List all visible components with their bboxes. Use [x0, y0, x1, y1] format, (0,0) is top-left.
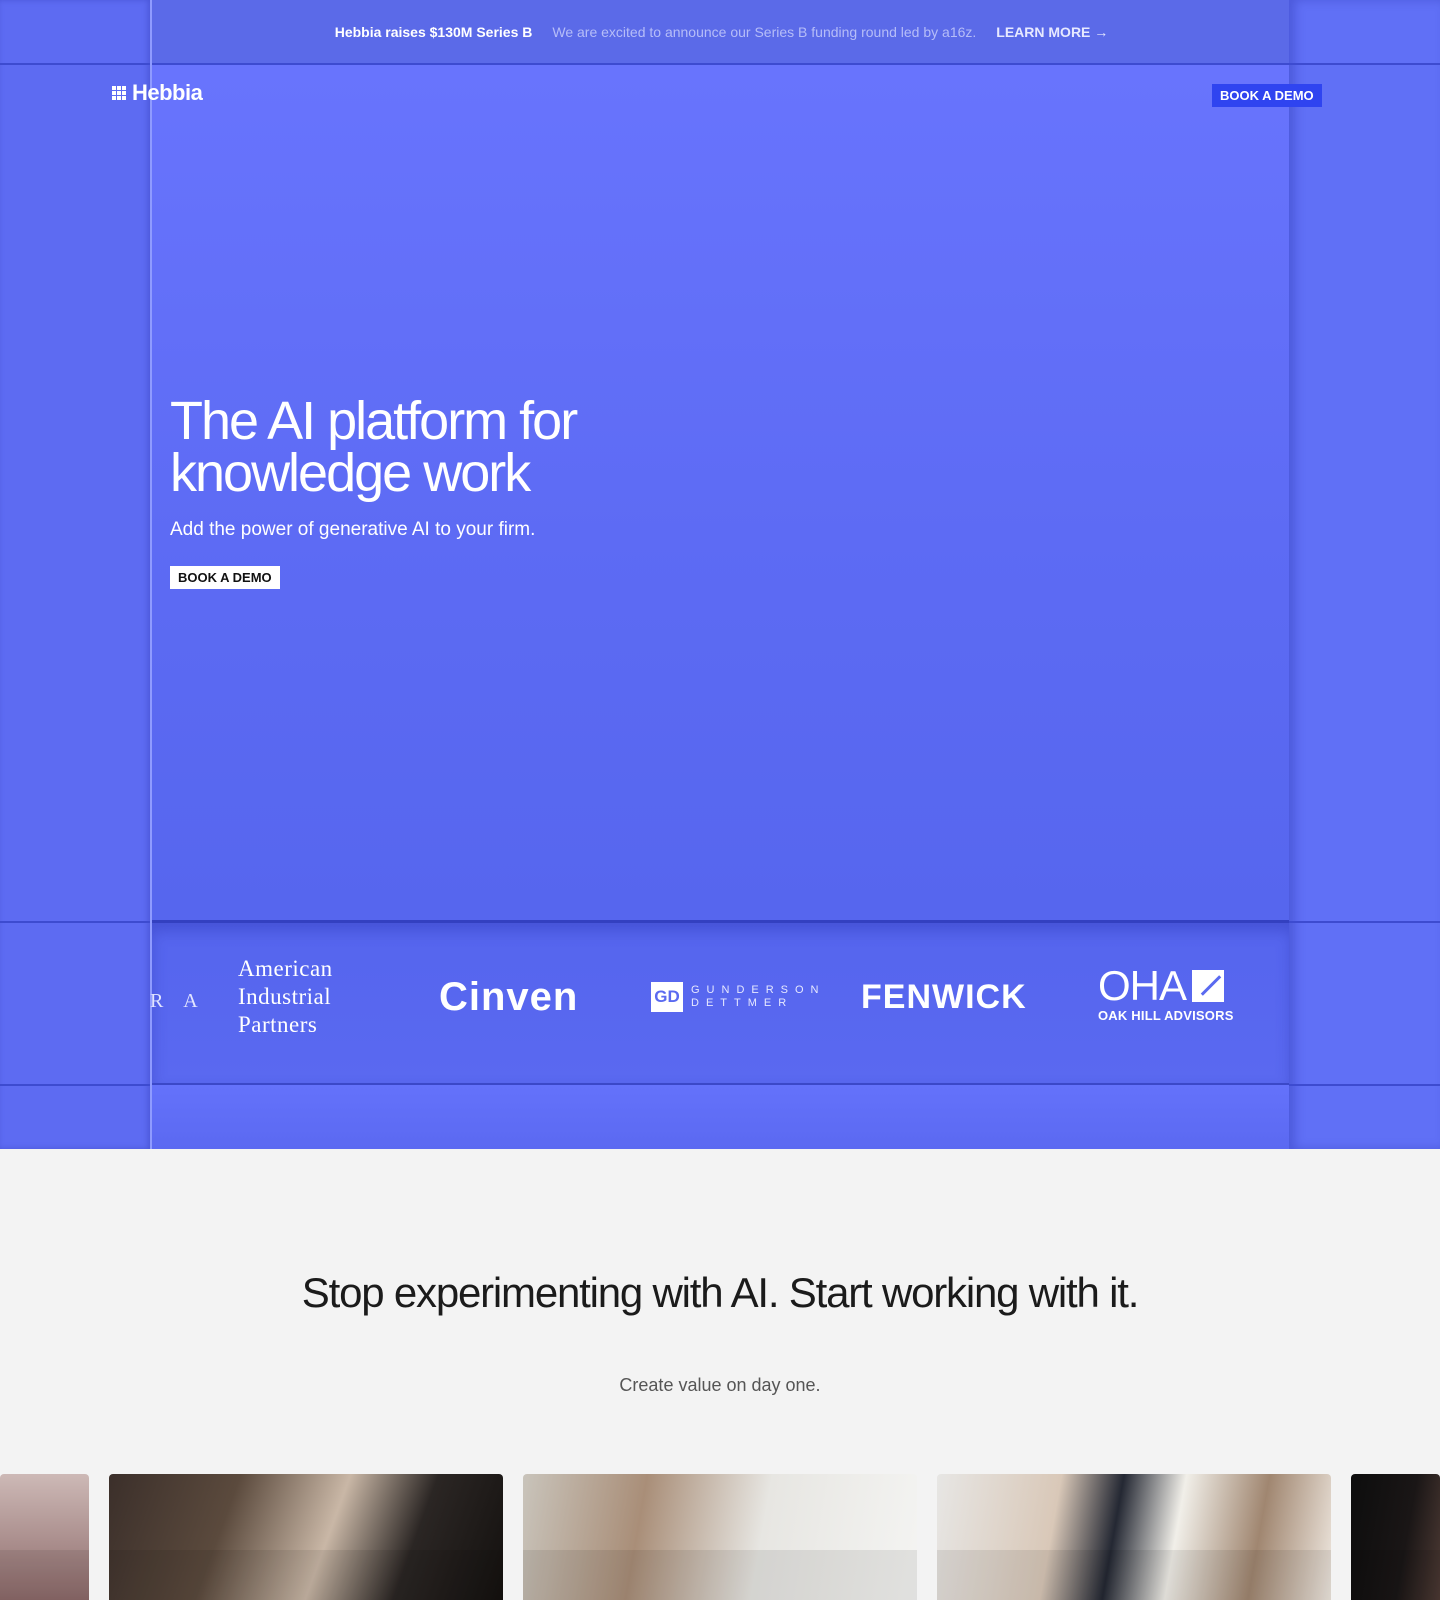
- hero-wrapper: Hebbia raises $130M Series B We are exci…: [0, 0, 1440, 1149]
- bottom-band: [152, 1085, 1291, 1149]
- hebbia-logo[interactable]: Hebbia: [112, 80, 203, 106]
- gd-mark: GD: [651, 982, 683, 1012]
- photo-card-discussion: [937, 1474, 1331, 1600]
- learn-more-link[interactable]: LEARN MORE →: [996, 24, 1108, 40]
- left-band-top: [0, 0, 150, 65]
- left-band-mid: [0, 920, 150, 923]
- section-subtitle: Create value on day one.: [619, 1375, 821, 1395]
- gd-line-1: GUNDERSON: [691, 984, 826, 996]
- aip-line-3: Partners: [238, 1012, 318, 1037]
- photo-card-office: [523, 1474, 917, 1600]
- nav-book-demo-button[interactable]: BOOK A DEMO: [1212, 84, 1322, 107]
- announcement-bar: Hebbia raises $130M Series B We are exci…: [152, 0, 1291, 65]
- client-logo-american-industrial-partners: American Industrial Partners: [238, 955, 333, 1039]
- oha-mark-icon: [1192, 970, 1225, 1002]
- photo-card-partial-left: [0, 1474, 89, 1600]
- brand-name: Hebbia: [132, 80, 203, 105]
- right-band-top: [1289, 0, 1440, 65]
- hero-subtitle: Add the power of generative AI to your f…: [170, 519, 536, 540]
- right-band-bottom: [1289, 1083, 1440, 1086]
- client-logo-partial: R A: [150, 990, 206, 1012]
- client-logo-fenwick: FENWICK: [861, 978, 1027, 1016]
- announcement-description: We are excited to announce our Series B …: [552, 23, 977, 40]
- oha-subtitle: OAK HILL ADVISORS: [1098, 1008, 1234, 1023]
- hero-book-demo-button[interactable]: BOOK A DEMO: [170, 566, 280, 589]
- grid-icon: [112, 86, 126, 100]
- section-title: Stop experimenting with AI. Start workin…: [0, 1272, 1440, 1314]
- hero-title: The AI platform for knowledge work: [170, 391, 578, 503]
- oha-wordmark: OHA: [1098, 962, 1187, 1009]
- aip-line-2: Industrial: [238, 984, 332, 1009]
- client-logo-gunderson-dettmer: GD GUNDERSON DETTMER: [651, 982, 826, 1012]
- photo-card-partial-right: [1351, 1474, 1440, 1600]
- client-logo-oak-hill-advisors: OHA OAK HILL ADVISORS: [1098, 962, 1234, 1024]
- left-band-bottom: [0, 1083, 150, 1086]
- gd-line-2: DETTMER: [691, 997, 794, 1009]
- aip-line-1: American: [238, 956, 333, 981]
- right-band-mid: [1289, 920, 1440, 923]
- value-section: Stop experimenting with AI. Start workin…: [0, 1149, 1440, 1600]
- section-title-text: Stop experimenting with AI. Start workin…: [301, 1269, 1140, 1316]
- gd-wordmark: GUNDERSON DETTMER: [691, 984, 826, 1010]
- left-side-panel: [0, 0, 150, 1149]
- client-logo-cinven: Cinven: [439, 975, 579, 1019]
- photo-card-meeting: [109, 1474, 503, 1600]
- right-side-panel: [1289, 0, 1440, 1149]
- announcement-title: Hebbia raises $130M Series B: [334, 23, 533, 40]
